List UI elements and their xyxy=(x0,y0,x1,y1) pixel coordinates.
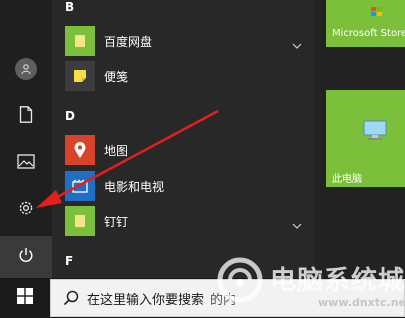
start-menu-rail xyxy=(0,0,52,278)
app-item-dingtalk[interactable]: 钉钉 xyxy=(60,204,310,238)
power-button[interactable] xyxy=(0,236,52,278)
user-account-button[interactable] xyxy=(0,48,52,90)
start-button[interactable] xyxy=(0,278,50,318)
app-item-movies-tv[interactable]: 电影和电视 xyxy=(60,169,310,203)
film-tv-icon xyxy=(65,171,95,201)
section-header-b[interactable]: B xyxy=(65,0,74,14)
documents-button[interactable] xyxy=(0,95,52,137)
sticky-note-icon xyxy=(65,61,95,91)
document-icon xyxy=(19,105,33,127)
pictures-button[interactable] xyxy=(0,142,52,184)
chevron-down-icon[interactable] xyxy=(292,34,302,53)
folder-icon xyxy=(65,206,95,236)
tile-label: Microsoft Store xyxy=(332,28,405,39)
gear-icon xyxy=(17,199,35,221)
section-header-d[interactable]: D xyxy=(65,109,75,123)
this-pc-icon xyxy=(362,120,388,146)
app-item-label: 百度网盘 xyxy=(104,34,153,49)
tile-microsoft-store[interactable]: Microsoft Store xyxy=(326,0,405,47)
search-icon xyxy=(63,290,79,306)
windows-logo-icon xyxy=(17,288,33,308)
app-list: B 百度网盘 便笺 D 地图 电影和电视 钉钉 F xyxy=(52,0,314,278)
user-icon xyxy=(15,58,37,80)
app-item-baidu-netdisk[interactable]: 百度网盘 xyxy=(60,24,310,58)
section-header-f[interactable]: F xyxy=(65,254,73,268)
tile-this-pc[interactable]: 此电脑 xyxy=(326,90,405,187)
taskbar: 在这里输入你要搜索 的内 xyxy=(0,278,405,318)
app-item-sticky-notes[interactable]: 便笺 xyxy=(60,59,310,93)
tiles-panel: Microsoft Store 此电脑 xyxy=(314,0,405,278)
start-menu-screen: B 百度网盘 便笺 D 地图 电影和电视 钉钉 F Microsoft Stor… xyxy=(0,0,405,318)
app-item-label: 地图 xyxy=(104,143,129,158)
power-icon xyxy=(18,247,34,267)
app-item-label: 电影和电视 xyxy=(104,179,165,194)
tile-label: 此电脑 xyxy=(332,174,362,185)
app-item-label: 便笺 xyxy=(104,69,129,84)
store-bag-icon xyxy=(370,2,384,21)
pictures-icon xyxy=(17,153,35,173)
search-input[interactable]: 在这里输入你要搜索 xyxy=(87,289,204,308)
folder-icon xyxy=(65,26,95,56)
app-item-label: 钉钉 xyxy=(104,214,129,229)
chevron-down-icon[interactable] xyxy=(292,214,302,233)
app-item-maps[interactable]: 地图 xyxy=(60,133,310,167)
maps-pin-icon xyxy=(65,135,95,165)
search-input-trail: 的内 xyxy=(210,292,237,308)
settings-button[interactable] xyxy=(0,189,52,231)
taskbar-search-box[interactable]: 在这里输入你要搜索 的内 xyxy=(50,279,405,317)
